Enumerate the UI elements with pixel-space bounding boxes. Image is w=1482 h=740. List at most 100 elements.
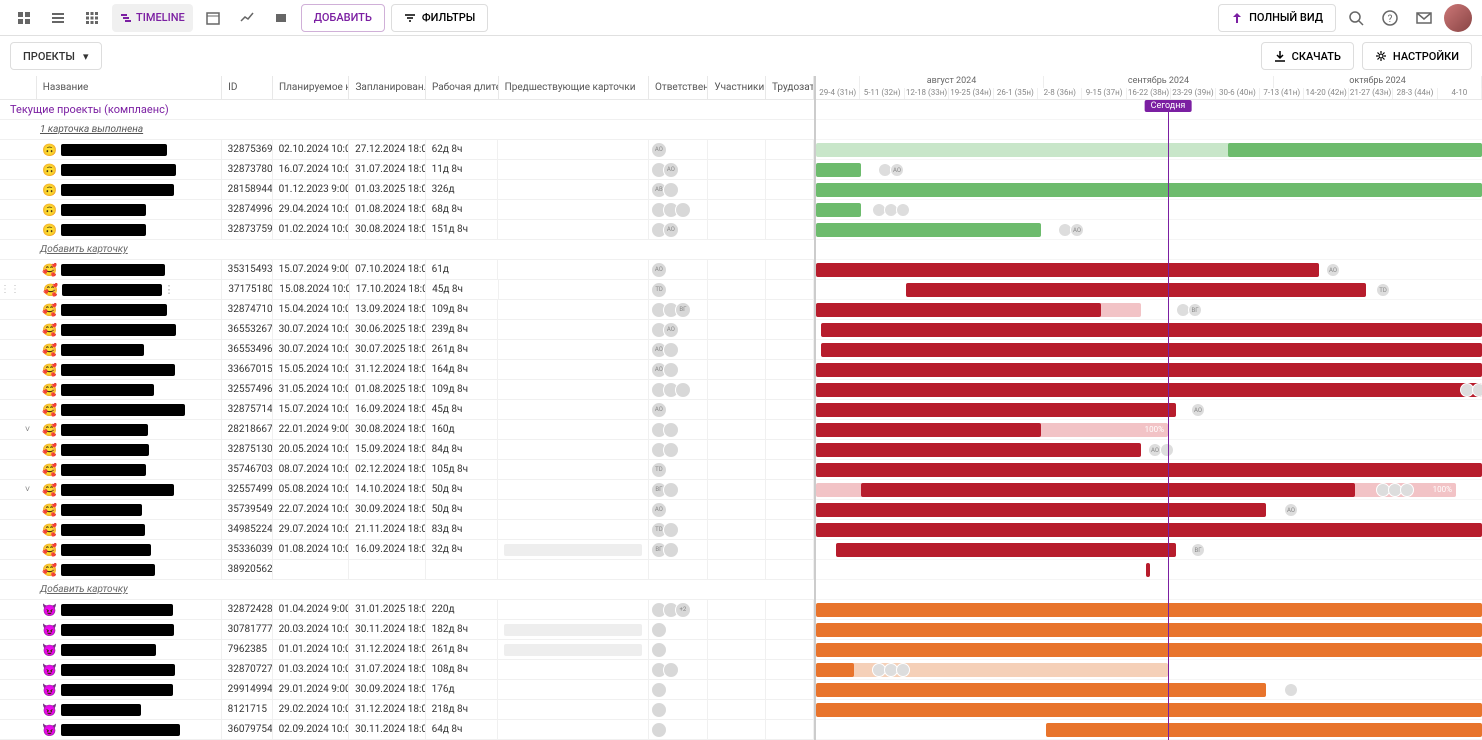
assignee-chip[interactable] — [663, 182, 679, 198]
user-avatar[interactable] — [1444, 4, 1472, 32]
gantt-bar[interactable] — [906, 283, 1366, 297]
assignee-chip[interactable] — [1284, 683, 1298, 697]
assignee-chip[interactable] — [651, 722, 667, 738]
chart-view-icon[interactable] — [233, 4, 261, 32]
group-header[interactable]: Текущие проекты (комплаенс) — [0, 100, 814, 120]
assignee-chip[interactable] — [896, 203, 910, 217]
gantt-bar[interactable] — [1046, 723, 1482, 737]
assignee-chip[interactable] — [663, 482, 679, 498]
assignee-chip[interactable]: TD — [1376, 283, 1390, 297]
table-row[interactable]: 🙃2815894401.12.2023 9:0001.03.2025 18:00… — [0, 180, 814, 200]
assignee-chip[interactable] — [663, 342, 679, 358]
assignee-chip[interactable] — [1160, 443, 1174, 457]
gantt-bar[interactable] — [816, 163, 861, 177]
row-menu-icon[interactable]: ⋮ — [162, 283, 176, 296]
table-row[interactable]: ˅🥰3255749905.08.2024 10:0014.10.2024 18:… — [0, 480, 814, 500]
calendar-view-icon[interactable] — [199, 4, 227, 32]
filters-button[interactable]: ФИЛЬТРЫ — [391, 4, 488, 32]
timeline-view-button[interactable]: TIMELINE — [112, 4, 193, 32]
assignee-chip[interactable] — [651, 622, 667, 638]
assignee-chip[interactable]: АО — [651, 262, 667, 278]
settings-button[interactable]: НАСТРОЙКИ — [1362, 42, 1472, 70]
col-responsible[interactable]: Ответствен… — [649, 76, 708, 99]
col-effort[interactable]: Трудозатр… — [766, 76, 814, 99]
assignee-chip[interactable]: АО — [663, 322, 679, 338]
assignee-chip[interactable]: АО — [651, 402, 667, 418]
table-row[interactable]: 😈796238501.01.2024 10:0031.12.2024 18:00… — [0, 640, 814, 660]
search-icon[interactable] — [1342, 4, 1370, 32]
gantt-bar[interactable] — [816, 183, 1482, 197]
download-button[interactable]: СКАЧАТЬ — [1261, 42, 1354, 70]
table-row[interactable]: 🥰3255749631.05.2024 10:0001.08.2025 18:0… — [0, 380, 814, 400]
gantt-bar[interactable] — [816, 223, 1041, 237]
table-row[interactable]: 🥰3533603901.08.2024 10:0016.09.2024 18:0… — [0, 540, 814, 560]
col-planned-start[interactable]: Планируемое н… — [273, 76, 349, 99]
gantt-bar[interactable] — [816, 403, 1176, 417]
assignee-chip[interactable] — [663, 662, 679, 678]
assignee-chip[interactable] — [663, 442, 679, 458]
expand-icon[interactable]: ˅ — [25, 424, 30, 435]
projects-dropdown[interactable]: ПРОЕКТЫ▾ — [10, 42, 102, 70]
table-row[interactable]: 🥰3655349630.07.2024 10:0030.07.2025 18:0… — [0, 340, 814, 360]
table-row[interactable]: 🙃3287378016.07.2024 10:0031.07.2024 18:0… — [0, 160, 814, 180]
add-card-link[interactable]: Добавить карточку — [0, 580, 814, 600]
assignee-chip[interactable]: +2 — [675, 602, 691, 618]
table-row[interactable]: 🥰3574670308.07.2024 10:0002.12.2024 18:0… — [0, 460, 814, 480]
gantt-bar[interactable] — [816, 663, 1168, 677]
assignee-chip[interactable]: ВГ — [675, 302, 691, 318]
assignee-chip[interactable]: АО — [1326, 263, 1340, 277]
add-card-link[interactable]: Добавить карточку — [0, 240, 814, 260]
table-row[interactable]: 🥰3498522429.07.2024 10:0021.11.2024 18:0… — [0, 520, 814, 540]
assignee-chip[interactable] — [663, 522, 679, 538]
gantt-bar[interactable] — [1228, 143, 1482, 157]
gantt-bar[interactable] — [816, 423, 1041, 437]
assignee-chip[interactable]: ВГ — [1191, 543, 1205, 557]
assignee-chip[interactable] — [663, 422, 679, 438]
gantt-bar[interactable] — [1146, 563, 1150, 577]
gantt-bar[interactable] — [816, 303, 1101, 317]
assignee-chip[interactable]: АО — [1284, 503, 1298, 517]
table-row[interactable]: 🥰38920562 — [0, 560, 814, 580]
gantt-bar[interactable] — [816, 383, 1482, 397]
assignee-chip[interactable] — [1400, 483, 1414, 497]
gantt-bar[interactable] — [821, 323, 1482, 337]
table-row[interactable]: ⋮⋮🥰⋮3717518015.08.2024 10:0017.10.2024 1… — [0, 280, 814, 300]
assignee-chip[interactable]: АО — [663, 162, 679, 178]
table-row[interactable]: 😈3607975402.09.2024 10:0030.11.2024 18:0… — [0, 720, 814, 740]
assignee-chip[interactable] — [663, 362, 679, 378]
col-duration[interactable]: Рабочая длите… — [426, 76, 499, 99]
gantt-bar[interactable] — [816, 503, 1266, 517]
help-icon[interactable]: ? — [1376, 4, 1404, 32]
col-participants[interactable]: Участники — [708, 76, 766, 99]
gantt-bar[interactable] — [816, 443, 1141, 457]
gantt-bar[interactable] — [816, 703, 1482, 717]
board-view-icon[interactable] — [10, 4, 38, 32]
gantt-bar[interactable] — [816, 263, 1319, 277]
gantt-bar[interactable] — [816, 623, 1482, 637]
gantt-bar[interactable] — [816, 603, 1482, 617]
gantt-bar[interactable] — [816, 203, 861, 217]
assignee-chip[interactable] — [663, 542, 679, 558]
table-row[interactable]: 😈3078177720.03.2024 10:0030.11.2024 18:0… — [0, 620, 814, 640]
table-row[interactable]: 😈2991499429.01.2024 9:0030.09.2024 18:00… — [0, 680, 814, 700]
assignee-chip[interactable]: ВГ — [1188, 303, 1202, 317]
assignee-chip[interactable]: АО — [890, 163, 904, 177]
table-row[interactable]: 😈3287072701.03.2024 10:0031.07.2024 18:0… — [0, 660, 814, 680]
gantt-bar[interactable] — [816, 463, 1482, 477]
assignee-chip[interactable] — [675, 202, 691, 218]
col-id[interactable]: ID — [222, 76, 273, 99]
table-row[interactable]: 🥰3655326730.07.2024 10:0030.06.2025 18:0… — [0, 320, 814, 340]
table-row[interactable]: 🥰3287571415.07.2024 10:0016.09.2024 18:0… — [0, 400, 814, 420]
table-row[interactable]: ˅🥰2821866722.01.2024 9:0030.08.2024 18:0… — [0, 420, 814, 440]
assignee-chip[interactable] — [1472, 383, 1482, 397]
gantt-bar[interactable] — [816, 523, 1482, 537]
gantt-bar[interactable] — [816, 363, 1482, 377]
table-row[interactable]: 😈812171529.02.2024 10:0031.12.2024 18:00… — [0, 700, 814, 720]
assignee-chip[interactable] — [651, 702, 667, 718]
assignee-chip[interactable]: TD — [651, 462, 667, 478]
assignee-chip[interactable] — [896, 663, 910, 677]
col-planned-end[interactable]: Запланирован… — [349, 76, 425, 99]
assignee-chip[interactable]: АО — [651, 502, 667, 518]
gantt-bar[interactable] — [861, 483, 1355, 497]
table-row[interactable]: 😈3287242801.04.2024 9:0031.01.2025 18:00… — [0, 600, 814, 620]
